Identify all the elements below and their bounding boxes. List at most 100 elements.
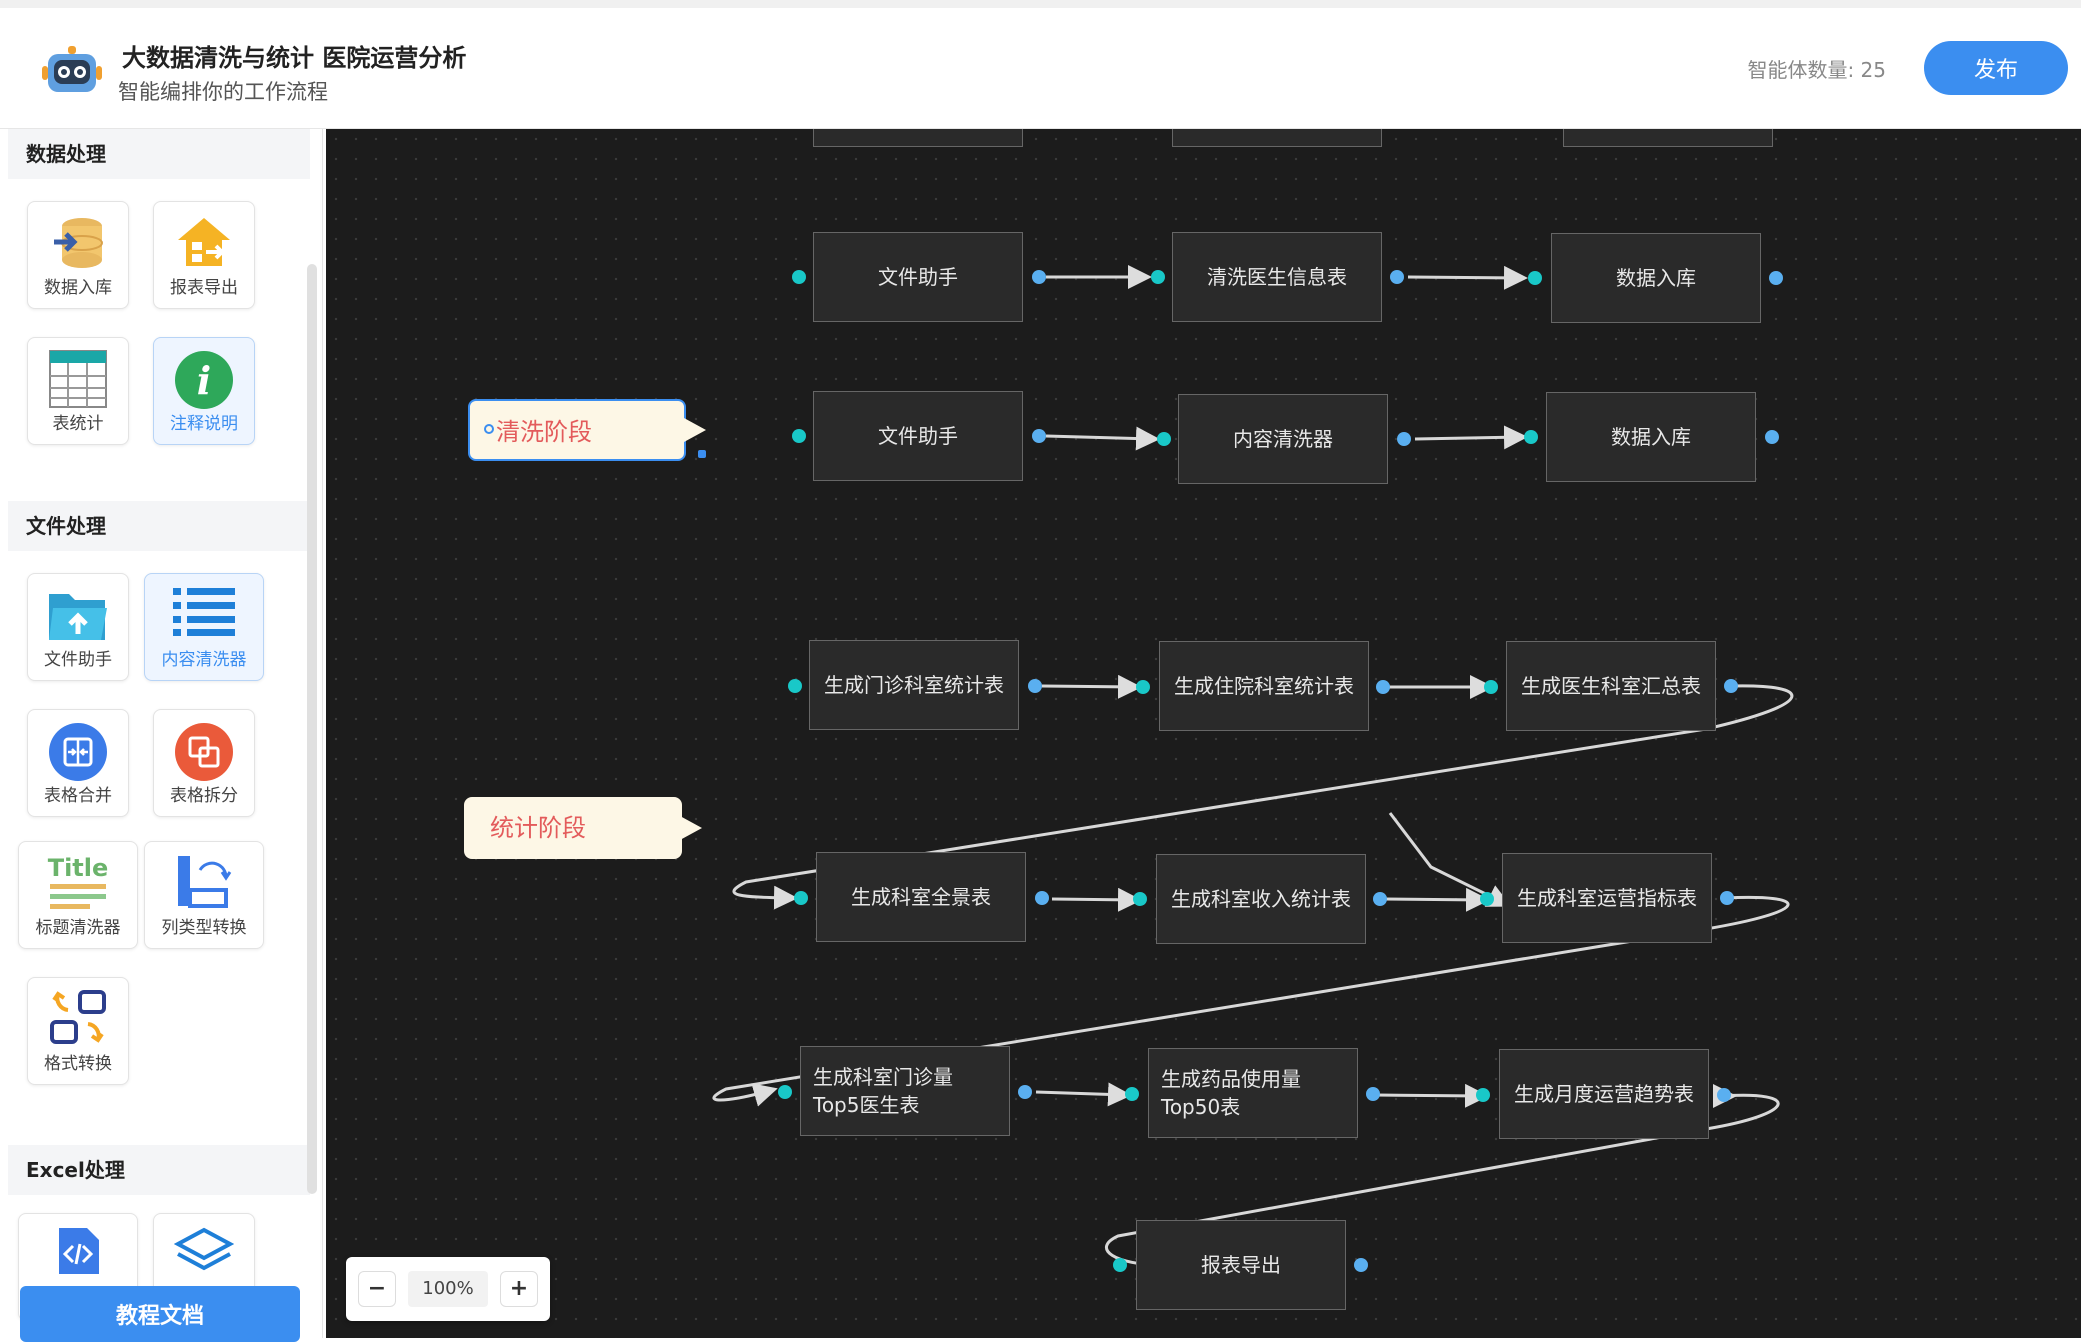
node-offscreen-1[interactable] <box>813 129 1023 147</box>
workflow-canvas[interactable]: 文件助手 清洗医生信息表 数据入库 文件助手 内容清洗器 数据入库 生成门诊科室… <box>326 129 2081 1338</box>
tool-table-stats[interactable]: 表统计 <box>27 337 129 445</box>
node-dept-revenue-stats[interactable]: 生成科室收入统计表 <box>1156 854 1366 944</box>
node-data-import-1[interactable]: 数据入库 <box>1551 233 1761 323</box>
port-out[interactable] <box>1397 432 1411 446</box>
port-in[interactable] <box>1151 270 1165 284</box>
port-out[interactable] <box>1720 891 1734 905</box>
tool-file-helper[interactable]: 文件助手 <box>27 573 129 681</box>
port-out[interactable] <box>1028 679 1042 693</box>
house-export-icon <box>178 218 230 266</box>
port-in[interactable] <box>1133 892 1147 906</box>
port-in[interactable] <box>1476 1088 1490 1102</box>
code-file-icon <box>59 1228 99 1274</box>
tool-content-cleaner[interactable]: 内容清洗器 <box>144 573 264 681</box>
zoom-controls: − 100% + <box>346 1257 550 1321</box>
tool-report-export[interactable]: 报表导出 <box>153 201 255 309</box>
port-out[interactable] <box>1724 679 1738 693</box>
note-cleaning-stage[interactable]: 清洗阶段 <box>468 399 686 461</box>
node-inpatient-dept-stats[interactable]: 生成住院科室统计表 <box>1159 641 1369 731</box>
node-dept-panorama[interactable]: 生成科室全景表 <box>816 852 1026 942</box>
port-out[interactable] <box>1018 1085 1032 1099</box>
note-resize-handle[interactable] <box>698 450 706 458</box>
sidebar-scrollbar[interactable] <box>307 264 317 1194</box>
node-monthly-trend[interactable]: 生成月度运营趋势表 <box>1499 1049 1709 1139</box>
zoom-out-button[interactable]: − <box>358 1271 396 1307</box>
tool-label: 报表导出 <box>170 278 238 298</box>
port-in[interactable] <box>794 891 808 905</box>
node-file-helper-1[interactable]: 文件助手 <box>813 232 1023 322</box>
tool-title-cleaner[interactable]: Title 标题清洗器 <box>18 841 138 949</box>
port-out[interactable] <box>1032 429 1046 443</box>
port-in[interactable] <box>1484 680 1498 694</box>
port-out[interactable] <box>1765 430 1779 444</box>
port-in[interactable] <box>792 429 806 443</box>
title-icon-text: Title <box>48 854 109 882</box>
node-top5-doctors[interactable]: 生成科室门诊量Top5医生表 <box>800 1046 1010 1136</box>
node-report-export[interactable]: 报表导出 <box>1136 1220 1346 1310</box>
tool-data-import[interactable]: 数据入库 <box>27 201 129 309</box>
zoom-level: 100% <box>408 1271 488 1307</box>
node-outpatient-dept-stats[interactable]: 生成门诊科室统计表 <box>809 640 1019 730</box>
tool-label: 列类型转换 <box>161 918 247 938</box>
tool-label: 标题清洗器 <box>35 918 121 938</box>
column-convert-icon <box>178 856 232 908</box>
tool-annotation[interactable]: i 注释说明 <box>153 337 255 445</box>
section-file-processing: 文件处理 <box>8 501 310 551</box>
port-in[interactable] <box>1113 1258 1127 1272</box>
node-top50-drugs[interactable]: 生成药品使用量Top50表 <box>1148 1048 1358 1138</box>
tool-label: 内容清洗器 <box>161 650 247 670</box>
port-out[interactable] <box>1032 270 1046 284</box>
tool-table-split[interactable]: 表格拆分 <box>153 709 255 817</box>
port-in[interactable] <box>778 1085 792 1099</box>
note-handle[interactable] <box>484 424 494 434</box>
merge-icon <box>49 723 107 781</box>
port-out[interactable] <box>1717 1088 1731 1102</box>
port-in[interactable] <box>1157 432 1171 446</box>
folder-upload-icon <box>49 594 107 640</box>
note-tail <box>680 816 702 840</box>
tool-column-type-convert[interactable]: 列类型转换 <box>144 841 264 949</box>
app-subtitle: 智能编排你的工作流程 <box>118 80 328 104</box>
section-data-processing: 数据处理 <box>8 129 310 179</box>
port-in[interactable] <box>1136 680 1150 694</box>
zoom-in-button[interactable]: + <box>500 1271 538 1307</box>
node-content-cleaner[interactable]: 内容清洗器 <box>1178 394 1388 484</box>
port-out[interactable] <box>1354 1258 1368 1272</box>
node-file-helper-2[interactable]: 文件助手 <box>813 391 1023 481</box>
port-in[interactable] <box>1125 1087 1139 1101</box>
tool-format-convert[interactable]: 格式转换 <box>27 977 129 1085</box>
port-out[interactable] <box>1366 1087 1380 1101</box>
database-import-icon <box>54 218 103 268</box>
port-in[interactable] <box>792 270 806 284</box>
app-header: 大数据清洗与统计 医院运营分析 智能编排你的工作流程 智能体数量: 25 发布 <box>0 8 2081 129</box>
port-out[interactable] <box>1035 891 1049 905</box>
node-offscreen-3[interactable] <box>1563 129 1773 147</box>
node-dept-operation-metrics[interactable]: 生成科室运营指标表 <box>1502 853 1712 943</box>
tool-label: 文件助手 <box>44 650 112 670</box>
port-out[interactable] <box>1376 680 1390 694</box>
window-top-strip <box>0 0 2081 8</box>
port-in[interactable] <box>1480 892 1494 906</box>
note-stats-stage[interactable]: 统计阶段 <box>464 797 682 859</box>
port-in[interactable] <box>788 679 802 693</box>
tutorial-docs-button[interactable]: 教程文档 <box>20 1286 300 1342</box>
format-convert-icon <box>50 990 106 1044</box>
port-out[interactable] <box>1390 270 1404 284</box>
port-in[interactable] <box>1524 430 1538 444</box>
publish-button[interactable]: 发布 <box>1924 41 2068 95</box>
tool-label: 表统计 <box>52 414 104 434</box>
table-stats-icon <box>49 350 107 408</box>
port-in[interactable] <box>1528 271 1542 285</box>
split-icon <box>175 723 233 781</box>
tool-label: 表格合并 <box>44 786 112 806</box>
node-data-import-2[interactable]: 数据入库 <box>1546 392 1756 482</box>
port-out[interactable] <box>1373 892 1387 906</box>
port-out[interactable] <box>1769 271 1783 285</box>
tool-table-merge[interactable]: 表格合并 <box>27 709 129 817</box>
node-offscreen-2[interactable] <box>1172 129 1382 147</box>
node-clean-doctor-info[interactable]: 清洗医生信息表 <box>1172 232 1382 322</box>
tool-label: 格式转换 <box>44 1054 112 1074</box>
agent-count: 智能体数量: 25 <box>1747 58 1886 82</box>
node-doctor-dept-summary[interactable]: 生成医生科室汇总表 <box>1506 641 1716 731</box>
title-text-icon: Title <box>48 854 109 909</box>
